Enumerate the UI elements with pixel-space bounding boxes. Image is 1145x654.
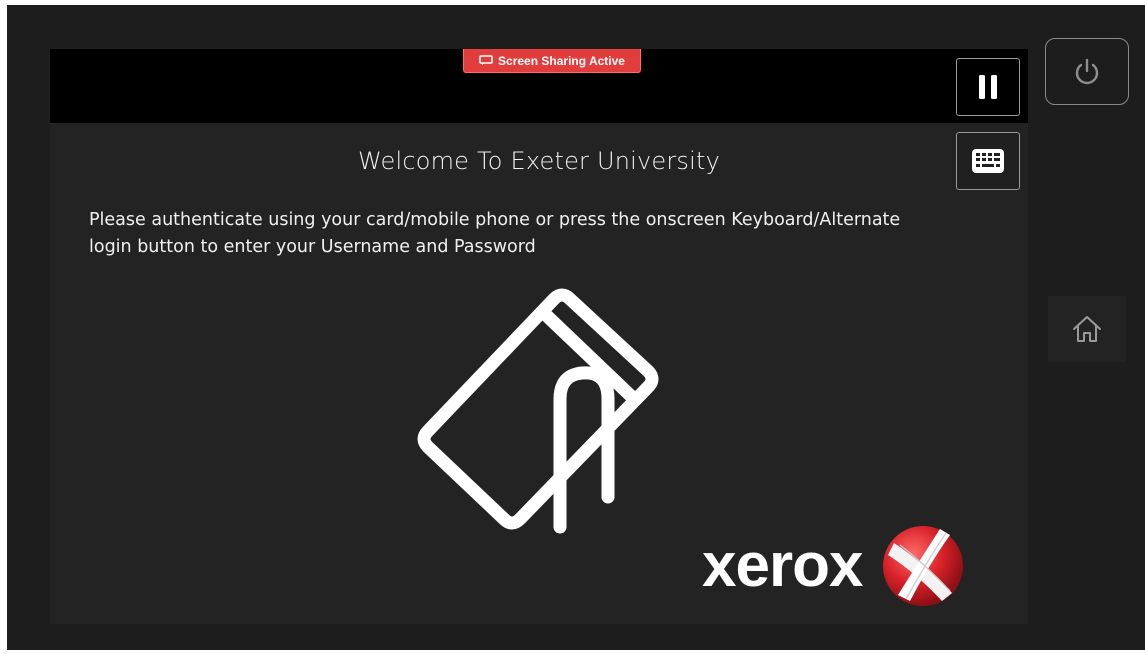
welcome-title: Welcome To Exeter University — [357, 147, 721, 175]
touch-screen: Screen Sharing Active Welcome To Exeter … — [50, 49, 1028, 624]
top-bar: Screen Sharing Active — [50, 49, 1028, 123]
xerox-logo: xerox — [702, 523, 966, 609]
power-button[interactable] — [1045, 38, 1129, 105]
home-button[interactable] — [1048, 296, 1126, 362]
device-bezel: Screen Sharing Active Welcome To Exeter … — [7, 5, 1145, 650]
screen-sharing-label: Screen Sharing Active — [498, 53, 625, 68]
home-icon — [1073, 316, 1101, 342]
instructions-text: Please authenticate using your card/mobi… — [89, 207, 989, 261]
card-tap-icon — [417, 288, 659, 534]
pause-icon — [979, 75, 997, 99]
power-icon — [1075, 58, 1099, 84]
instructions-line-2: login button to enter your Username and … — [89, 237, 536, 257]
xerox-sphere-icon — [883, 526, 964, 606]
xerox-wordmark: xerox — [702, 531, 863, 600]
pause-button[interactable] — [956, 58, 1020, 116]
instructions-line-1: Please authenticate using your card/mobi… — [89, 210, 901, 230]
screen-sharing-badge: Screen Sharing Active — [463, 49, 641, 73]
screen-share-icon — [479, 55, 493, 65]
